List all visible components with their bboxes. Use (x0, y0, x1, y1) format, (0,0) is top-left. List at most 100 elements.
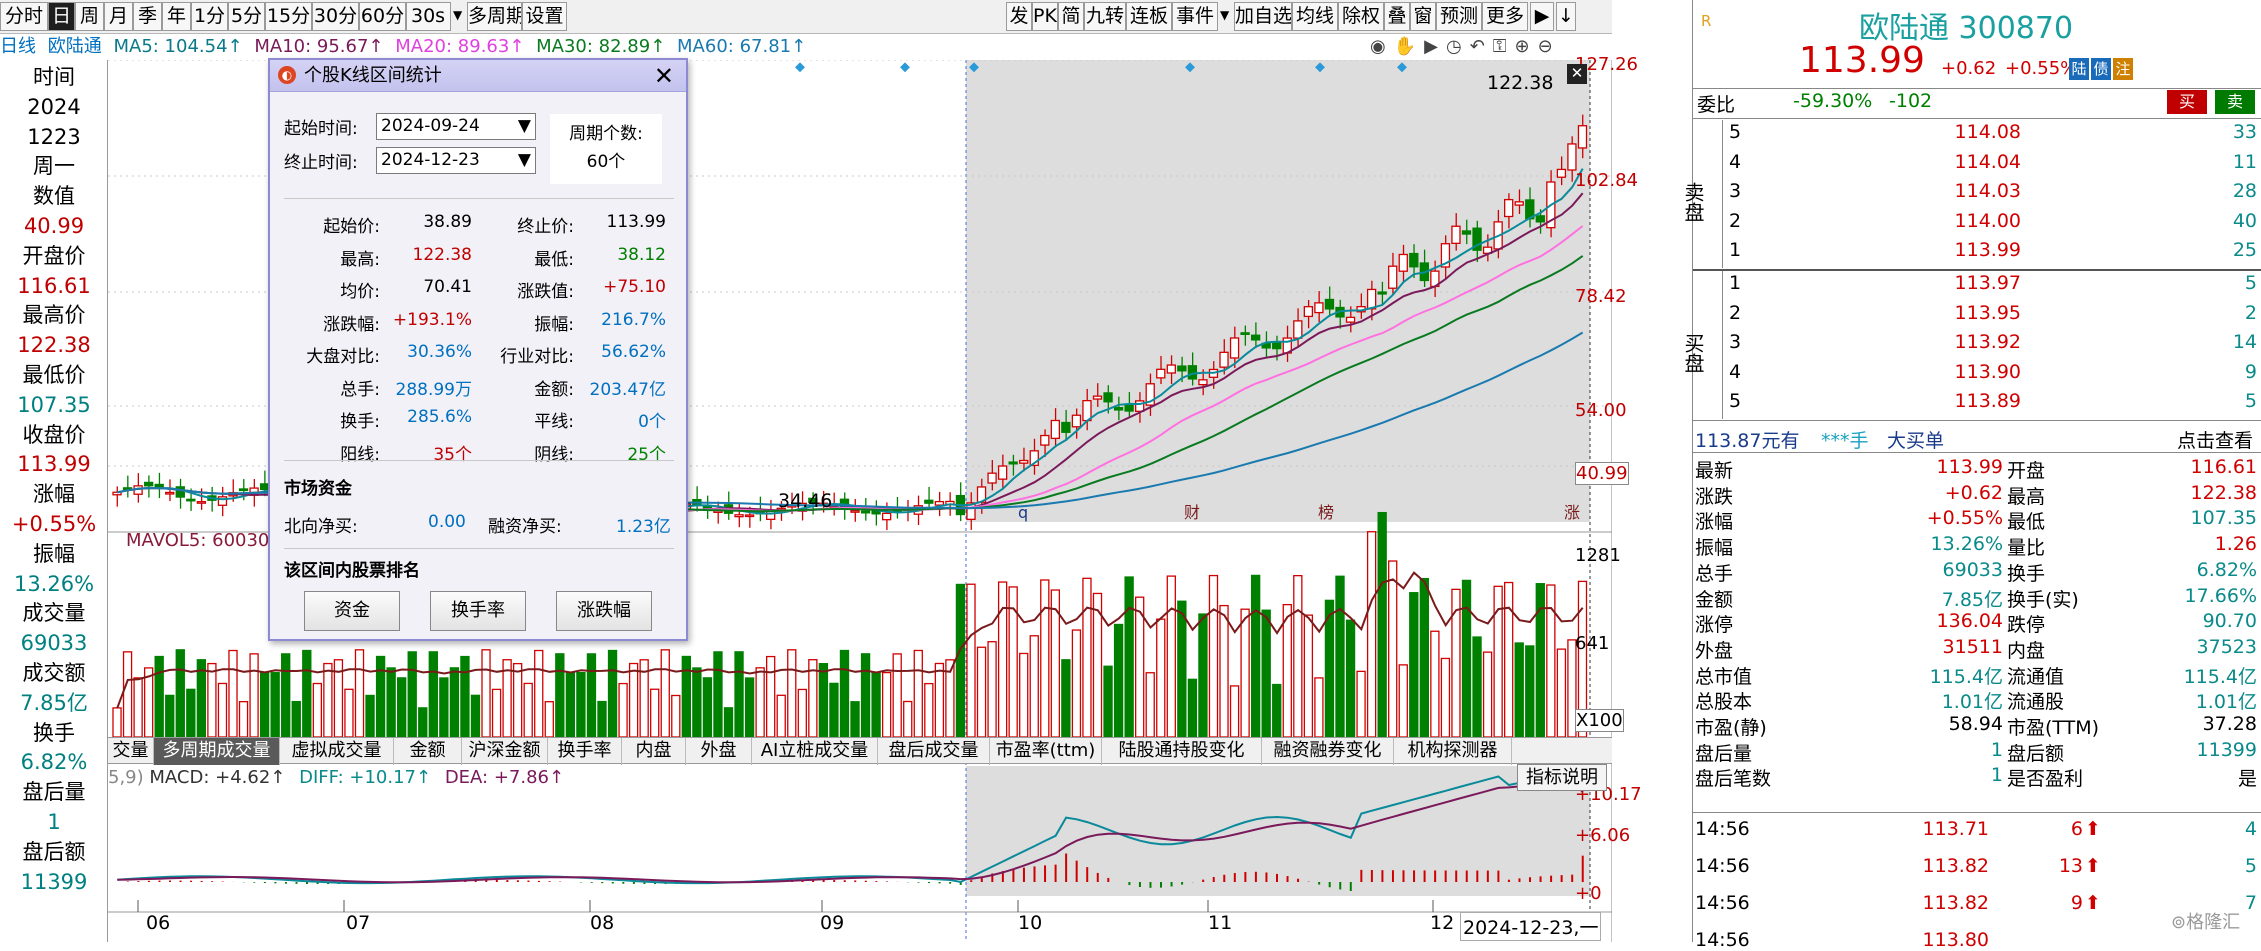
tab-period-13[interactable]: 设置 (522, 2, 567, 31)
chart-tool-icons[interactable]: ◉✋▶◷↶⚿⊕⊖ (1370, 36, 1561, 57)
period-label[interactable]: 日线 (0, 36, 36, 57)
tab-period-12[interactable]: 多周期 (467, 2, 522, 31)
quote-tag[interactable]: 债 (2091, 58, 2111, 80)
candle-body (924, 499, 934, 504)
book-volume: 25 (2232, 239, 2257, 262)
stat-label: 内盘 (2007, 639, 2046, 662)
rank-change-button[interactable]: 涨跌幅 (556, 591, 652, 631)
book-price[interactable]: 113.97 (1945, 272, 2021, 294)
stat-label: 总手: (340, 379, 380, 400)
more-icon[interactable]: ↓ (1556, 2, 1576, 31)
clock-icon[interactable]: ◷ (1446, 36, 1470, 57)
tab-period-10[interactable]: 60分 (359, 2, 406, 31)
tab-period-1[interactable]: 日 (48, 2, 75, 31)
chevron-down-icon[interactable]: ▼ (453, 8, 462, 22)
margin-value: 1.23亿 (616, 517, 671, 537)
tab-period-5[interactable]: 年 (162, 2, 191, 31)
tab-period-3[interactable]: 月 (104, 2, 133, 31)
book-price[interactable]: 113.92 (1945, 331, 2021, 353)
play-icon[interactable]: ▶ (1424, 36, 1446, 57)
volume-bar (217, 682, 228, 738)
stat-value: 70.41 (423, 277, 472, 297)
end-time-select[interactable]: 2024-12-23 ▼ (376, 147, 536, 174)
candle-body (143, 481, 154, 487)
buy-button[interactable]: 买 (2167, 90, 2207, 114)
indicator-tab-6[interactable]: 内盘 (622, 738, 686, 765)
k-line-chart-area[interactable]: 分时日周月季年 1分 5分 15分 30分 60分 30s ▼ 多周期 设置发 PK 简九转 连板 事件 ▼… (0, 0, 1642, 942)
book-price[interactable]: 113.90 (1945, 361, 2021, 383)
tab-tool-8[interactable]: 除权 (1338, 2, 1384, 31)
zoom-out-icon[interactable]: ⊖ (1538, 36, 1561, 57)
price-change: +0.62 (1941, 58, 1997, 79)
chevron-down-icon[interactable]: ▼ (1220, 8, 1229, 22)
tab-tool-2[interactable]: 简 (1058, 2, 1084, 31)
left-info-row: 122.38 (17, 333, 91, 358)
rank-fund-button[interactable]: 资金 (304, 591, 400, 631)
tab-period-9[interactable]: 30分 (312, 2, 359, 31)
book-price[interactable]: 114.04 (1945, 151, 2021, 173)
rank-turnover-button[interactable]: 换手率 (430, 591, 526, 631)
indicator-tab-4[interactable]: 沪深金额 (462, 738, 548, 765)
indicator-tab-13[interactable]: 机构探测器 (1394, 738, 1512, 765)
close-icon[interactable]: ✕ (654, 60, 674, 92)
tab-period-11[interactable]: 30s (406, 2, 451, 31)
indicator-tab-5[interactable]: 换手率 (548, 738, 622, 765)
quote-tag[interactable]: 陆 (2069, 58, 2089, 80)
tab-tool-11[interactable]: 预测 (1436, 2, 1482, 31)
indicator-tab-10[interactable]: 市盈率(ttm) (990, 738, 1102, 765)
volume-bar (122, 651, 133, 738)
tab-tool-6[interactable]: 加自选 (1234, 2, 1292, 31)
tab-tool-3[interactable]: 九转 (1084, 2, 1126, 31)
start-time-select[interactable]: 2024-09-24 ▼ (376, 113, 536, 140)
sell-button[interactable]: 卖 (2215, 90, 2255, 114)
tab-period-4[interactable]: 季 (133, 2, 162, 31)
tab-tool-9[interactable]: 叠 (1384, 2, 1410, 31)
tab-tool-4[interactable]: 连板 (1126, 2, 1172, 31)
tab-tool-7[interactable]: 均线 (1292, 2, 1338, 31)
tab-period-7[interactable]: 5分 (228, 2, 265, 31)
book-price[interactable]: 113.99 (1945, 239, 2021, 261)
book-price[interactable]: 113.95 (1945, 302, 2021, 324)
volume-bar (1240, 608, 1250, 738)
book-price[interactable]: 113.89 (1945, 390, 2021, 412)
indicator-tab-8[interactable]: AI立桩成交量 (752, 738, 878, 765)
tab-tool-0[interactable]: 发 (1006, 2, 1032, 31)
eye-icon[interactable]: ◉ (1370, 36, 1394, 57)
indicator-tab-9[interactable]: 盘后成交量 (878, 738, 990, 765)
undo-icon[interactable]: ↶ (1470, 36, 1493, 57)
tab-period-6[interactable]: 1分 (191, 2, 228, 31)
book-price[interactable]: 114.08 (1945, 121, 2021, 143)
volume-bar (734, 651, 744, 738)
indicator-tab-2[interactable]: 虚拟成交量 (280, 738, 394, 765)
indicator-tab-1[interactable]: 多周期成交量 (154, 738, 280, 765)
left-info-row: 盘后额 (22, 839, 86, 864)
indicator-tab-7[interactable]: 外盘 (686, 738, 752, 765)
hand-icon[interactable]: ✋ (1394, 36, 1424, 57)
tab-tool-5[interactable]: 事件 (1172, 2, 1218, 31)
tab-tool-12[interactable]: 更多 (1482, 2, 1528, 31)
dialog-titlebar[interactable]: ◐ 个股K线区间统计 ✕ (270, 60, 686, 92)
indicator-help-button[interactable]: 指标说明 (1517, 764, 1607, 791)
indicator-tab-12[interactable]: 融资融券变化 (1262, 738, 1394, 765)
tab-tool-10[interactable]: 窗 (1410, 2, 1436, 31)
book-price[interactable]: 114.03 (1945, 180, 2021, 202)
view-big-order-link[interactable]: 点击查看 (2177, 426, 2253, 453)
indicator-tab-11[interactable]: 陆股通持股变化 (1102, 738, 1262, 765)
tab-tool-1[interactable]: PK (1032, 2, 1058, 31)
lock-icon[interactable]: ⚿ (1493, 36, 1515, 57)
tab-period-0[interactable]: 分时 (0, 2, 48, 31)
next-icon[interactable]: ▶ (1530, 2, 1554, 31)
quote-tag[interactable]: 注 (2113, 58, 2133, 80)
stat-value: 30.36% (407, 342, 472, 362)
tab-period-8[interactable]: 15分 (265, 2, 312, 31)
volume-bar (723, 707, 734, 738)
indicator-tab-3[interactable]: 金额 (394, 738, 462, 765)
tab-period-2[interactable]: 周 (75, 2, 104, 31)
left-info-row: 涨幅 (33, 482, 75, 507)
zoom-in-icon[interactable]: ⊕ (1515, 36, 1538, 57)
book-price[interactable]: 114.00 (1945, 210, 2021, 232)
left-info-row: 换手 (33, 720, 75, 745)
indicator-tab-0[interactable]: 交量 (108, 738, 154, 765)
close-chart-icon[interactable]: ✕ (1567, 64, 1587, 84)
price-axis-label: 54.00 (1575, 400, 1627, 421)
